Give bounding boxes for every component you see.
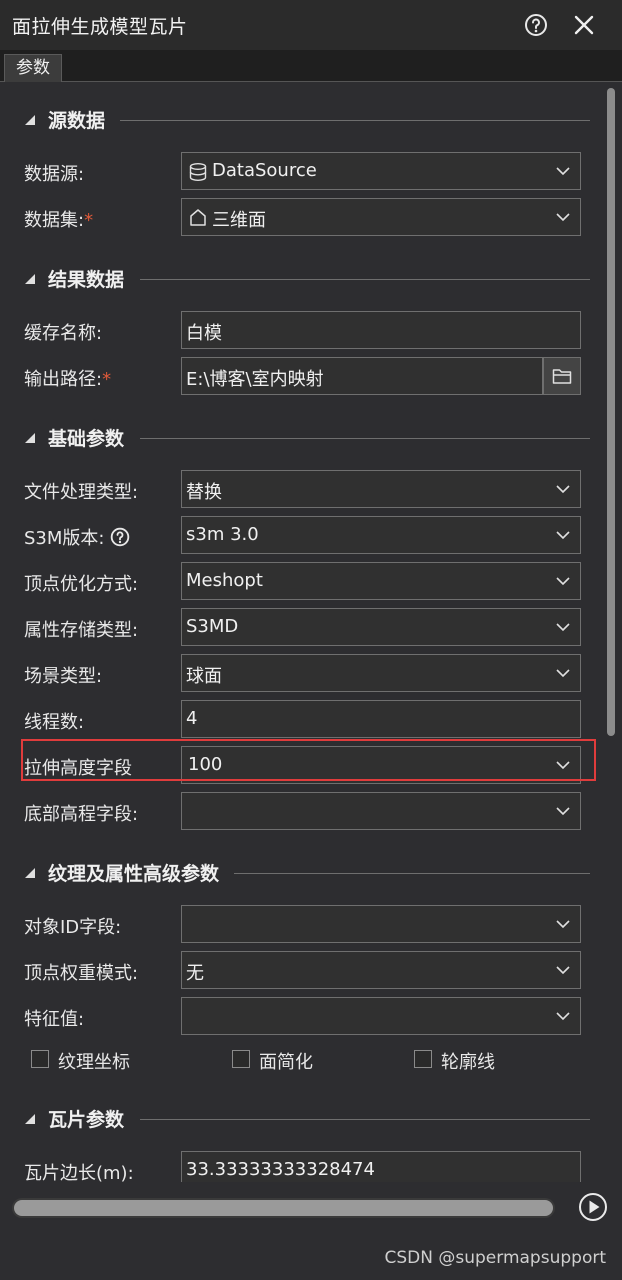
vertical-scrollbar[interactable]	[604, 86, 618, 1180]
datasource-select[interactable]: DataSource	[181, 152, 581, 190]
tab-strip: 参数	[0, 50, 622, 82]
output-path-value: E:\博客\室内映射	[186, 369, 324, 390]
cache-name-label: 缓存名称:	[24, 323, 103, 344]
attr-storage-label: 属性存储类型:	[24, 620, 139, 641]
vertex-opt-select[interactable]: Meshopt	[181, 562, 581, 600]
horizontal-scrollbar[interactable]	[12, 1198, 555, 1218]
folder-icon	[552, 369, 572, 384]
help-icon[interactable]	[524, 13, 548, 37]
cache-name-input[interactable]: 白模	[181, 311, 581, 349]
file-type-value: 替换	[186, 482, 222, 503]
datasource-value: DataSource	[212, 160, 317, 181]
database-icon	[189, 163, 207, 182]
vertex-weight-select[interactable]: 无	[181, 951, 581, 989]
region-3d-icon	[190, 209, 206, 226]
dataset-select[interactable]: 三维面	[181, 198, 581, 236]
section-title: 基础参数	[48, 428, 125, 450]
outline-checkbox[interactable]	[414, 1050, 432, 1068]
attr-storage-select[interactable]: S3MD	[181, 608, 581, 646]
horizontal-scrollbar-thumb[interactable]	[14, 1200, 553, 1216]
parameter-panel: 源数据 数据源: DataSource 数据集:* 三维面 结果数据 缓存名称:…	[0, 82, 622, 1182]
object-id-label: 对象ID字段:	[24, 917, 122, 938]
section-divider	[234, 873, 590, 874]
chevron-down-icon[interactable]	[556, 622, 570, 632]
title-bar: 面拉伸生成模型瓦片	[0, 0, 622, 50]
chevron-down-icon[interactable]	[556, 668, 570, 678]
texture-coords-checkbox[interactable]	[31, 1050, 49, 1068]
s3m-version-label: S3M版本:	[24, 524, 130, 550]
threads-input[interactable]: 4	[181, 700, 581, 738]
section-title: 源数据	[48, 110, 106, 132]
output-path-input[interactable]: E:\博客\室内映射	[181, 357, 543, 395]
scene-type-value: 球面	[186, 666, 222, 687]
scene-type-select[interactable]: 球面	[181, 654, 581, 692]
chevron-down-icon[interactable]	[556, 919, 570, 929]
chevron-down-icon[interactable]	[556, 530, 570, 540]
threads-label: 线程数:	[24, 712, 85, 733]
dataset-label: 数据集:*	[24, 210, 94, 231]
output-path-label: 输出路径:*	[24, 369, 112, 390]
bottom-bar: CSDN @supermapsupport	[0, 1182, 622, 1280]
collapse-triangle-icon[interactable]	[24, 273, 36, 285]
file-type-label: 文件处理类型:	[24, 482, 139, 503]
run-play-icon[interactable]	[578, 1192, 608, 1222]
section-divider	[140, 279, 590, 280]
scene-type-label: 场景类型:	[24, 666, 103, 687]
s3m-version-value: s3m 3.0	[186, 524, 259, 545]
chevron-down-icon[interactable]	[556, 1011, 570, 1021]
collapse-triangle-icon[interactable]	[24, 114, 36, 126]
attr-storage-value: S3MD	[186, 616, 239, 637]
face-simplify-label: 面简化	[259, 1052, 313, 1073]
feature-value-label: 特征值:	[24, 1009, 85, 1030]
texture-coords-label: 纹理坐标	[58, 1052, 130, 1073]
section-title: 纹理及属性高级参数	[48, 863, 220, 885]
vertex-opt-label: 顶点优化方式:	[24, 574, 139, 595]
collapse-triangle-icon[interactable]	[24, 867, 36, 879]
cache-name-value: 白模	[186, 323, 222, 344]
s3m-version-select[interactable]: s3m 3.0	[181, 516, 581, 554]
browse-folder-button[interactable]	[543, 357, 581, 395]
chevron-down-icon[interactable]	[556, 806, 570, 816]
threads-value: 4	[186, 708, 198, 729]
feature-value-select[interactable]	[181, 997, 581, 1035]
edge-length-input[interactable]: 33.33333333328474	[181, 1151, 581, 1182]
outline-label: 轮廓线	[441, 1052, 495, 1073]
section-source-data[interactable]: 源数据	[24, 108, 590, 132]
collapse-triangle-icon[interactable]	[24, 1113, 36, 1125]
vertex-opt-value: Meshopt	[186, 570, 263, 591]
section-divider	[140, 1119, 590, 1120]
chevron-down-icon[interactable]	[556, 212, 570, 222]
close-icon[interactable]	[572, 13, 596, 37]
section-title: 结果数据	[48, 269, 125, 291]
chevron-down-icon[interactable]	[556, 965, 570, 975]
watermark: CSDN @supermapsupport	[384, 1248, 606, 1268]
file-type-select[interactable]: 替换	[181, 470, 581, 508]
face-simplify-checkbox[interactable]	[232, 1050, 250, 1068]
section-divider	[120, 120, 590, 121]
datasource-label: 数据源:	[24, 164, 85, 185]
bottom-elev-label: 底部高程字段:	[24, 804, 139, 825]
vertex-weight-label: 顶点权重模式:	[24, 963, 139, 984]
dataset-value: 三维面	[212, 210, 266, 231]
collapse-triangle-icon[interactable]	[24, 432, 36, 444]
section-texture-params[interactable]: 纹理及属性高级参数	[24, 861, 590, 885]
tab-parameters[interactable]: 参数	[4, 54, 62, 82]
vertex-weight-value: 无	[186, 963, 204, 984]
vertical-scrollbar-thumb[interactable]	[607, 88, 615, 736]
section-basic-params[interactable]: 基础参数	[24, 426, 590, 450]
bottom-elev-select[interactable]	[181, 792, 581, 830]
highlight-box	[21, 739, 596, 781]
edge-length-label: 瓦片边长(m):	[24, 1163, 134, 1182]
section-title: 瓦片参数	[48, 1109, 125, 1131]
chevron-down-icon[interactable]	[556, 166, 570, 176]
section-divider	[140, 438, 590, 439]
chevron-down-icon[interactable]	[556, 576, 570, 586]
section-result-data[interactable]: 结果数据	[24, 267, 590, 291]
section-tile-params[interactable]: 瓦片参数	[24, 1107, 590, 1131]
object-id-select[interactable]	[181, 905, 581, 943]
help-icon[interactable]	[110, 527, 130, 547]
edge-length-value: 33.33333333328474	[186, 1159, 375, 1180]
window-title: 面拉伸生成模型瓦片	[12, 16, 188, 38]
chevron-down-icon[interactable]	[556, 484, 570, 494]
